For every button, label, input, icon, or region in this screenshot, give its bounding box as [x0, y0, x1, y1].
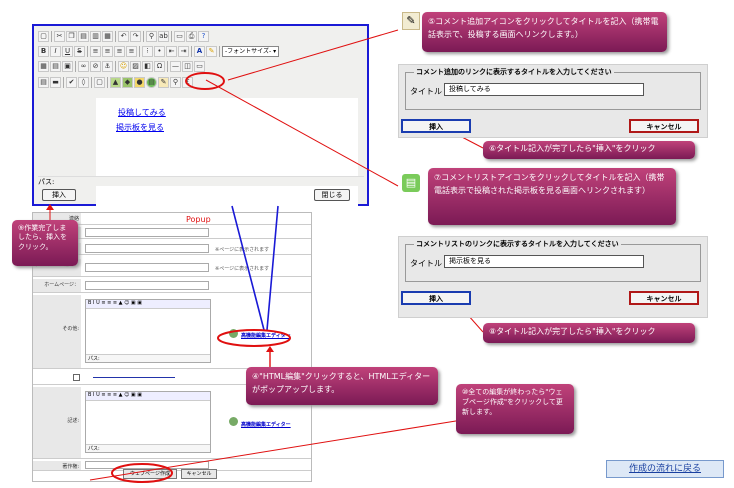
- dialog-title-input[interactable]: 投稿してみる: [444, 83, 644, 96]
- dialog-fieldset: コメント追加のリンクに表示するタイトルを入力してください タイトル 投稿してみる: [405, 67, 701, 110]
- comment-add-icon-sample: ✎: [402, 12, 420, 30]
- dialog-title-label: タイトル: [410, 259, 442, 268]
- dialog-title-label: タイトル: [410, 87, 442, 96]
- callout-step-9: ⑨作業完了しましたら、挿入をクリック。: [12, 220, 78, 266]
- dialog-legend: コメント追加のリンクに表示するタイトルを入力してください: [414, 67, 614, 77]
- dialog-fieldset: コメントリストのリンクに表示するタイトルを入力してください タイトル 掲示板を見…: [405, 239, 701, 282]
- dialog-title-input[interactable]: 掲示板を見る: [444, 255, 644, 268]
- callout-step-4: ④"HTML編集"クリックすると、HTMLエディターがポップアップします。: [246, 367, 438, 405]
- dialog-legend: コメントリストのリンクに表示するタイトルを入力してください: [414, 239, 621, 249]
- back-to-flow-link[interactable]: 作成の流れに戻る: [606, 460, 724, 478]
- dialog-insert-button[interactable]: 挿入: [401, 119, 471, 133]
- callout-step-7: ⑦コメントリストアイコンをクリックしてタイトルを記入（携帯電話表示で投稿された掲…: [428, 168, 676, 225]
- comment-list-dialog: コメントリストのリンクに表示するタイトルを入力してください タイトル 掲示板を見…: [398, 236, 708, 318]
- dialog-insert-button[interactable]: 挿入: [401, 291, 471, 305]
- dialog-cancel-button[interactable]: キャンセル: [629, 119, 699, 133]
- callout-step-6: ⑥タイトル記入が完了したら"挿入"をクリック: [483, 141, 695, 159]
- callout-step-10: ⑩全ての編集が終わったら"ウェブページ作成"をクリックして更新します。: [456, 384, 574, 434]
- callout-step-8: ⑧タイトル記入が完了したら"挿入"をクリック: [483, 323, 695, 343]
- comment-add-dialog: コメント追加のリンクに表示するタイトルを入力してください タイトル 投稿してみる…: [398, 64, 708, 138]
- callout-step-5: ⑤コメント追加アイコンをクリックしてタイトルを記入（携帯電話表示で、投稿する画面…: [422, 12, 667, 52]
- dialog-cancel-button[interactable]: キャンセル: [629, 291, 699, 305]
- comment-list-icon-sample: ▤: [402, 174, 420, 192]
